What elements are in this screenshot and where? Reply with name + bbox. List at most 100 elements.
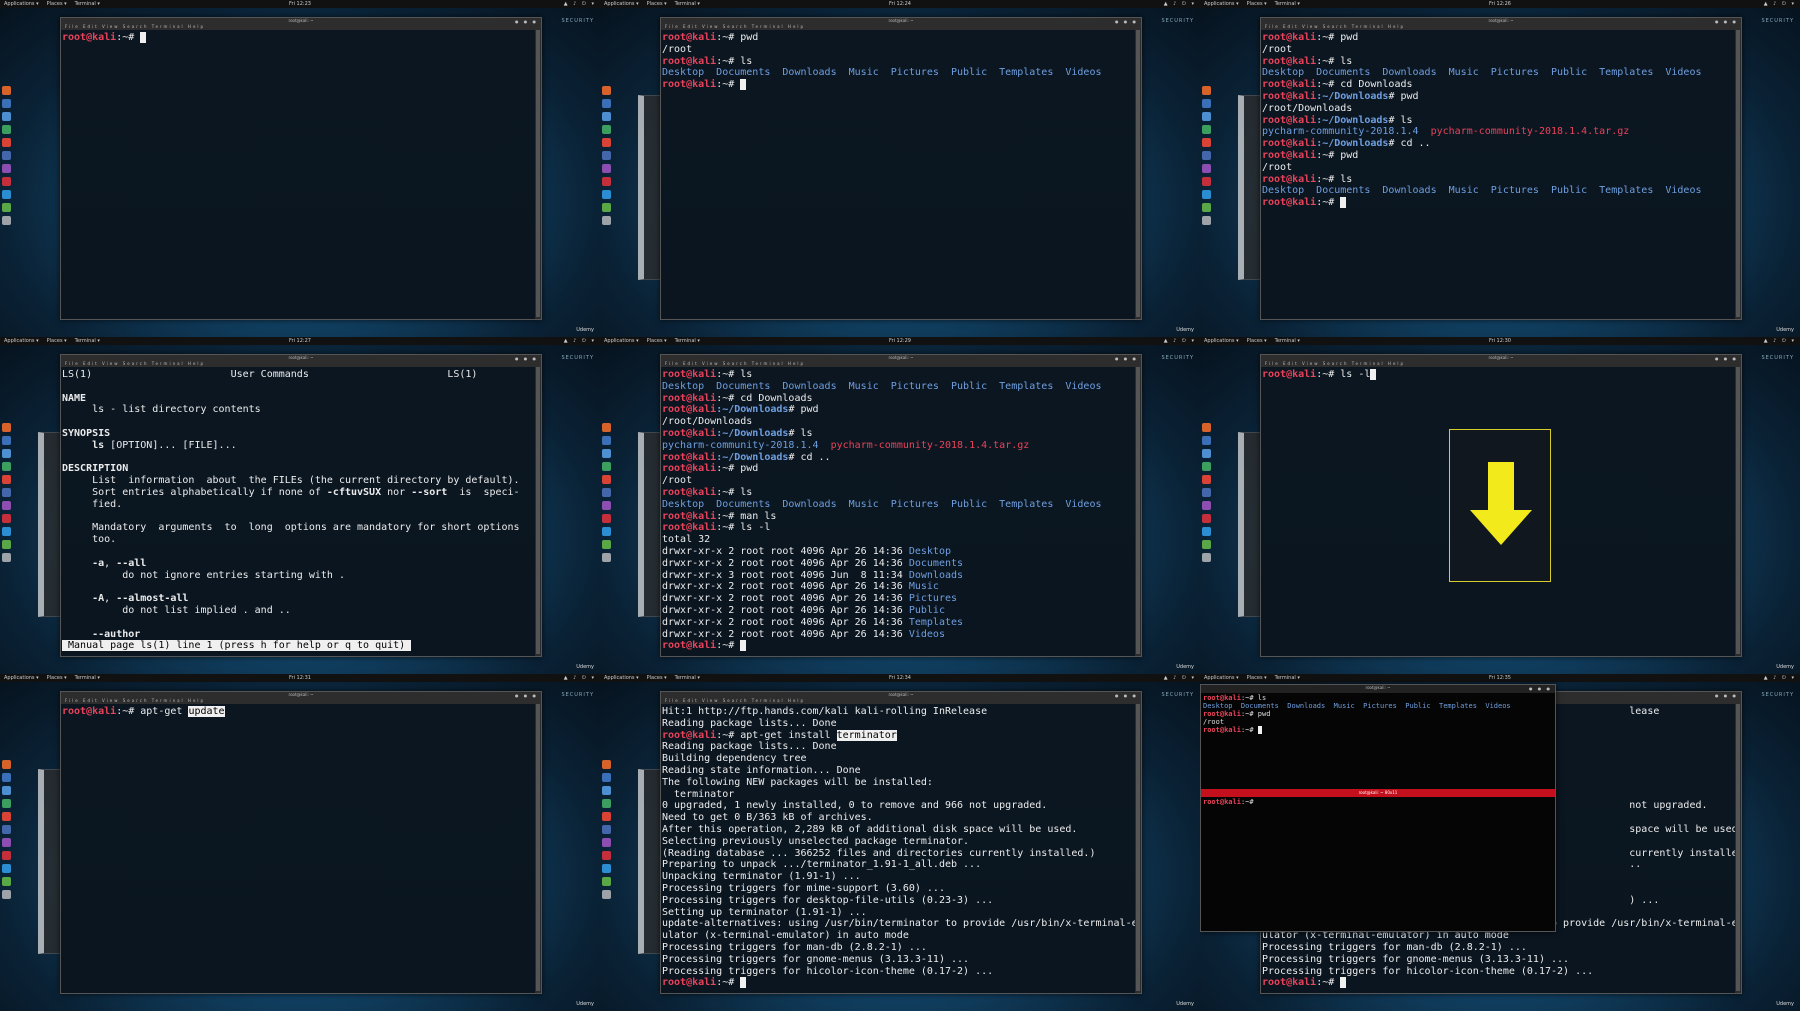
dock-app-icon[interactable] xyxy=(602,864,611,873)
terminator-pane-titlebar[interactable]: root@kali: ~ 80x11 xyxy=(1201,789,1555,797)
dock-app-icon[interactable] xyxy=(1202,203,1211,212)
scrollbar[interactable] xyxy=(1136,367,1140,654)
top-menu-0[interactable]: Applications ▾ xyxy=(4,1,39,7)
dock-app-icon[interactable] xyxy=(1202,138,1211,147)
dock-app-icon[interactable] xyxy=(602,164,611,173)
dock-app-icon[interactable] xyxy=(602,501,611,510)
terminal-output[interactable]: LS(1) User Commands LS(1) NAME ls - list … xyxy=(61,367,535,656)
terminal-titlebar[interactable]: root@kali: ~File Edit View Search Termin… xyxy=(1261,355,1741,367)
clock[interactable]: Fri 12:27 xyxy=(289,337,311,345)
terminal-output[interactable]: root@kali:~# xyxy=(61,30,535,319)
scrollbar[interactable] xyxy=(1736,367,1740,654)
terminal-titlebar[interactable]: root@kali: ~File Edit View Search Termin… xyxy=(61,18,541,30)
terminal-titlebar[interactable]: root@kali: ~File Edit View Search Termin… xyxy=(661,355,1141,367)
top-menu-2[interactable]: Terminal ▾ xyxy=(675,338,700,344)
dock-app-icon[interactable] xyxy=(2,488,11,497)
terminal-window[interactable]: root@kali: ~File Edit View Search Termin… xyxy=(1260,17,1742,320)
scrollbar[interactable] xyxy=(536,30,540,317)
dock-app-icon[interactable] xyxy=(602,527,611,536)
dock-app-icon[interactable] xyxy=(1202,436,1211,445)
window-controls-icon[interactable]: ● ● ● xyxy=(515,356,538,362)
dock-app-icon[interactable] xyxy=(2,851,11,860)
top-menu-2[interactable]: Terminal ▾ xyxy=(75,1,100,7)
terminator-window[interactable]: root@kali: ~ ● ● ● root@kali:~# ls Desktop … xyxy=(1200,684,1556,932)
dock-app-icon[interactable] xyxy=(602,890,611,899)
dock-app-icon[interactable] xyxy=(1202,488,1211,497)
terminal-output[interactable]: root@kali:~# pwd/root root@kali:~# ls Desk… xyxy=(1261,30,1735,319)
dock-app-icon[interactable] xyxy=(602,177,611,186)
terminal-window[interactable]: root@kali: ~File Edit View Search Termin… xyxy=(660,17,1142,320)
dock-app-icon[interactable] xyxy=(1202,423,1211,432)
dock-app-icon[interactable] xyxy=(602,488,611,497)
terminal-window[interactable]: root@kali: ~File Edit View Search Termin… xyxy=(60,691,542,994)
dock-app-icon[interactable] xyxy=(2,760,11,769)
dock-app-icon[interactable] xyxy=(602,799,611,808)
clock[interactable]: Fri 12:29 xyxy=(889,337,911,345)
top-menu-0[interactable]: Applications ▾ xyxy=(4,338,39,344)
dock-app-icon[interactable] xyxy=(2,99,11,108)
terminal-titlebar[interactable]: root@kali: ~File Edit View Search Termin… xyxy=(661,18,1141,30)
dock-app-icon[interactable] xyxy=(602,190,611,199)
terminal-titlebar[interactable]: root@kali: ~File Edit View Search Termin… xyxy=(661,692,1141,704)
dock-app-icon[interactable] xyxy=(1202,449,1211,458)
scrollbar[interactable] xyxy=(1136,30,1140,317)
terminal-titlebar[interactable]: root@kali: ~File Edit View Search Termin… xyxy=(61,355,541,367)
system-tray-icons[interactable]: ▲ ♪ ⏻ ▾ xyxy=(1764,337,1796,345)
dock-app-icon[interactable] xyxy=(602,786,611,795)
dock-app-icon[interactable] xyxy=(602,773,611,782)
top-menu-0[interactable]: Applications ▾ xyxy=(604,338,639,344)
dock-app-icon[interactable] xyxy=(2,514,11,523)
dock-app-icon[interactable] xyxy=(602,99,611,108)
top-menu-0[interactable]: Applications ▾ xyxy=(604,675,639,681)
dock-app-icon[interactable] xyxy=(602,86,611,95)
terminal-window[interactable]: root@kali: ~File Edit View Search Termin… xyxy=(660,354,1142,657)
dock-app-icon[interactable] xyxy=(1202,462,1211,471)
terminator-pane-bottom[interactable]: root@kali:~# xyxy=(1201,797,1555,931)
top-menu-0[interactable]: Applications ▾ xyxy=(1204,675,1239,681)
terminal-output[interactable]: root@kali:~# apt-get update xyxy=(61,704,535,993)
window-controls-icon[interactable]: ● ● ● xyxy=(1715,693,1738,699)
dock-app-icon[interactable] xyxy=(2,436,11,445)
dock-app-icon[interactable] xyxy=(1202,553,1211,562)
dock-app-icon[interactable] xyxy=(2,216,11,225)
system-tray-icons[interactable]: ▲ ♪ ⏻ ▾ xyxy=(564,0,596,8)
top-menu-1[interactable]: Places ▾ xyxy=(647,675,667,681)
dock-app-icon[interactable] xyxy=(2,203,11,212)
dock-app-icon[interactable] xyxy=(2,423,11,432)
top-menu-1[interactable]: Places ▾ xyxy=(1247,338,1267,344)
dock-app-icon[interactable] xyxy=(602,475,611,484)
dock-app-icon[interactable] xyxy=(2,527,11,536)
terminal-titlebar[interactable]: root@kali: ~File Edit View Search Termin… xyxy=(61,692,541,704)
top-menu-0[interactable]: Applications ▾ xyxy=(1204,338,1239,344)
dock-app-icon[interactable] xyxy=(602,449,611,458)
dock-app-icon[interactable] xyxy=(1202,514,1211,523)
dock-app-icon[interactable] xyxy=(1202,540,1211,549)
scrollbar[interactable] xyxy=(1136,704,1140,991)
top-menu-2[interactable]: Terminal ▾ xyxy=(1275,675,1300,681)
dock-app-icon[interactable] xyxy=(602,151,611,160)
dock-app-icon[interactable] xyxy=(602,203,611,212)
dock-app-icon[interactable] xyxy=(2,190,11,199)
system-tray-icons[interactable]: ▲ ♪ ⏻ ▾ xyxy=(1764,674,1796,682)
dock-app-icon[interactable] xyxy=(602,462,611,471)
scrollbar[interactable] xyxy=(536,367,540,654)
window-controls-icon[interactable]: ● ● ● xyxy=(1115,693,1138,699)
dock-app-icon[interactable] xyxy=(1202,112,1211,121)
dock-app-icon[interactable] xyxy=(602,138,611,147)
dock-app-icon[interactable] xyxy=(1202,190,1211,199)
dock-app-icon[interactable] xyxy=(2,838,11,847)
top-menu-2[interactable]: Terminal ▾ xyxy=(1275,1,1300,7)
dock-app-icon[interactable] xyxy=(1202,151,1211,160)
clock[interactable]: Fri 12:24 xyxy=(889,0,911,8)
system-tray-icons[interactable]: ▲ ♪ ⏻ ▾ xyxy=(1164,674,1196,682)
dock-app-icon[interactable] xyxy=(2,540,11,549)
scrollbar[interactable] xyxy=(536,704,540,991)
dock-app-icon[interactable] xyxy=(2,786,11,795)
dock-app-icon[interactable] xyxy=(2,112,11,121)
dock-app-icon[interactable] xyxy=(2,812,11,821)
terminator-titlebar[interactable]: root@kali: ~ ● ● ● xyxy=(1201,685,1555,693)
dock-app-icon[interactable] xyxy=(1202,501,1211,510)
dock-app-icon[interactable] xyxy=(602,825,611,834)
window-controls-icon[interactable]: ● ● ● xyxy=(515,19,538,25)
terminator-pane-top[interactable]: root@kali:~# ls Desktop Documents Downloa… xyxy=(1201,693,1555,789)
